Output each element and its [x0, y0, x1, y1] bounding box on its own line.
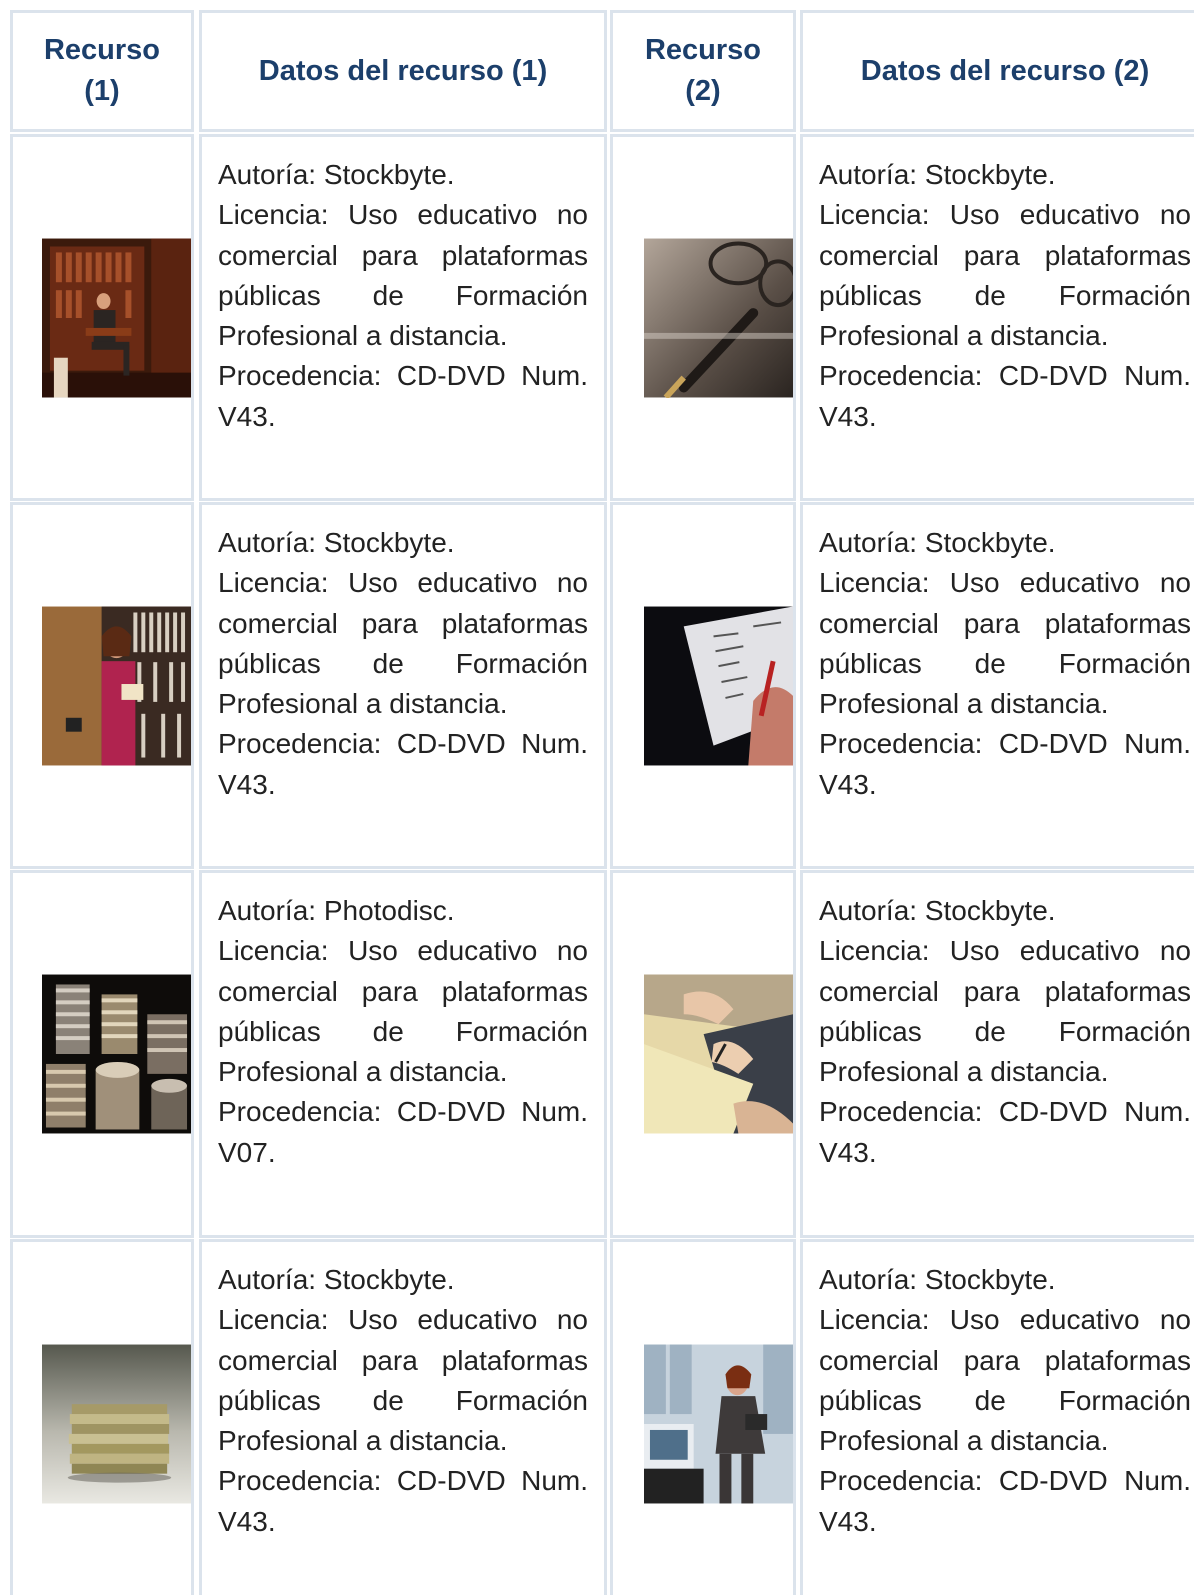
licencia-paragraph: Licencia: Uso educativo no comercial par… [218, 199, 588, 352]
resource-data-text: Autoría: Stockbyte. Licencia: Uso educati… [803, 873, 1194, 1173]
resource-1-data-cell: Autoría: Stockbyte. Licencia: Uso educati… [199, 502, 607, 869]
procedencia-paragraph: Procedencia: CD-DVD Num. V43. [218, 1465, 588, 1537]
autoria-line: Autoría: Stockbyte. [819, 1264, 1056, 1295]
autoria-line: Autoría: Stockbyte. [819, 895, 1056, 926]
resource-2-image-cell [610, 1239, 796, 1595]
resources-table: Recurso (1) Datos del recurso (1) Recurs… [0, 0, 1194, 1595]
stacked-coins-photo [42, 974, 191, 1134]
resource-data-text: Autoría: Stockbyte. Licencia: Uso educati… [202, 505, 604, 805]
procedencia-paragraph: Procedencia: CD-DVD Num. V43. [819, 1465, 1191, 1537]
resource-1-data-cell: Autoría: Stockbyte. Licencia: Uso educati… [199, 134, 607, 501]
header-recurso-1: Recurso (1) [10, 10, 194, 132]
resource-1-image-cell [10, 1239, 194, 1595]
resource-data-text: Autoría: Stockbyte. Licencia: Uso educati… [803, 1242, 1194, 1542]
header-datos-2: Datos del recurso (2) [800, 10, 1194, 132]
businesswoman-in-office-photo [644, 1344, 793, 1504]
resource-2-data-cell: Autoría: Stockbyte. Licencia: Uso educati… [800, 502, 1194, 869]
licencia-paragraph: Licencia: Uso educativo no comercial par… [819, 1304, 1191, 1457]
resource-2-data-cell: Autoría: Stockbyte. Licencia: Uso educati… [800, 870, 1194, 1238]
resource-2-data-cell: Autoría: Stockbyte. Licencia: Uso educati… [800, 134, 1194, 501]
procedencia-paragraph: Procedencia: CD-DVD Num. V43. [218, 360, 588, 432]
header-datos-1: Datos del recurso (1) [199, 10, 607, 132]
resource-data-text: Autoría: Stockbyte. Licencia: Uso educati… [803, 505, 1194, 805]
hands-writing-on-paper-photo [644, 974, 793, 1134]
resource-data-text: Autoría: Stockbyte. Licencia: Uso educati… [803, 137, 1194, 437]
stack-of-banknotes-photo [42, 1344, 191, 1504]
resource-1-data-cell: Autoría: Stockbyte. Licencia: Uso educati… [199, 1239, 607, 1595]
licencia-paragraph: Licencia: Uso educativo no comercial par… [819, 567, 1191, 720]
procedencia-paragraph: Procedencia: CD-DVD Num. V07. [218, 1096, 588, 1168]
resource-2-image-cell [610, 502, 796, 869]
resource-data-text: Autoría: Photodisc. Licencia: Uso educati… [202, 873, 604, 1173]
autoria-line: Autoría: Stockbyte. [218, 159, 455, 190]
header-recurso-2-label: Recurso (2) [644, 34, 762, 107]
header-datos-1-label: Datos del recurso (1) [258, 54, 548, 87]
autoria-line: Autoría: Stockbyte. [819, 159, 1056, 190]
glasses-and-fountain-pen-photo [644, 238, 793, 398]
hand-writing-figures-photo [644, 606, 793, 765]
resource-1-image-cell [10, 134, 194, 501]
autoria-line: Autoría: Photodisc. [218, 895, 455, 926]
procedencia-paragraph: Procedencia: CD-DVD Num. V43. [819, 1096, 1191, 1168]
resource-1-image-cell [10, 870, 194, 1238]
man-seated-in-library-photo [42, 238, 191, 397]
header-recurso-2: Recurso (2) [610, 10, 796, 132]
licencia-paragraph: Licencia: Uso educativo no comercial par… [218, 567, 588, 720]
resource-data-text: Autoría: Stockbyte. Licencia: Uso educati… [202, 1242, 604, 1542]
autoria-line: Autoría: Stockbyte. [218, 1264, 455, 1295]
licencia-paragraph: Licencia: Uso educativo no comercial par… [819, 935, 1191, 1088]
resource-2-image-cell [610, 870, 796, 1238]
resource-2-data-cell: Autoría: Stockbyte. Licencia: Uso educati… [800, 1239, 1194, 1595]
licencia-paragraph: Licencia: Uso educativo no comercial par… [218, 1304, 588, 1457]
procedencia-paragraph: Procedencia: CD-DVD Num. V43. [819, 360, 1191, 432]
autoria-line: Autoría: Stockbyte. [218, 527, 455, 558]
resource-data-text: Autoría: Stockbyte. Licencia: Uso educati… [202, 137, 604, 437]
autoria-line: Autoría: Stockbyte. [819, 527, 1056, 558]
resource-1-image-cell [10, 502, 194, 869]
licencia-paragraph: Licencia: Uso educativo no comercial par… [819, 199, 1191, 352]
woman-reading-at-bookshelf-photo [42, 606, 191, 765]
procedencia-paragraph: Procedencia: CD-DVD Num. V43. [819, 728, 1191, 800]
procedencia-paragraph: Procedencia: CD-DVD Num. V43. [218, 728, 588, 800]
resource-2-image-cell [610, 134, 796, 501]
resource-1-data-cell: Autoría: Photodisc. Licencia: Uso educati… [199, 870, 607, 1238]
header-datos-2-label: Datos del recurso (2) [860, 54, 1150, 87]
licencia-paragraph: Licencia: Uso educativo no comercial par… [218, 935, 588, 1088]
header-recurso-1-label: Recurso (1) [43, 34, 161, 107]
